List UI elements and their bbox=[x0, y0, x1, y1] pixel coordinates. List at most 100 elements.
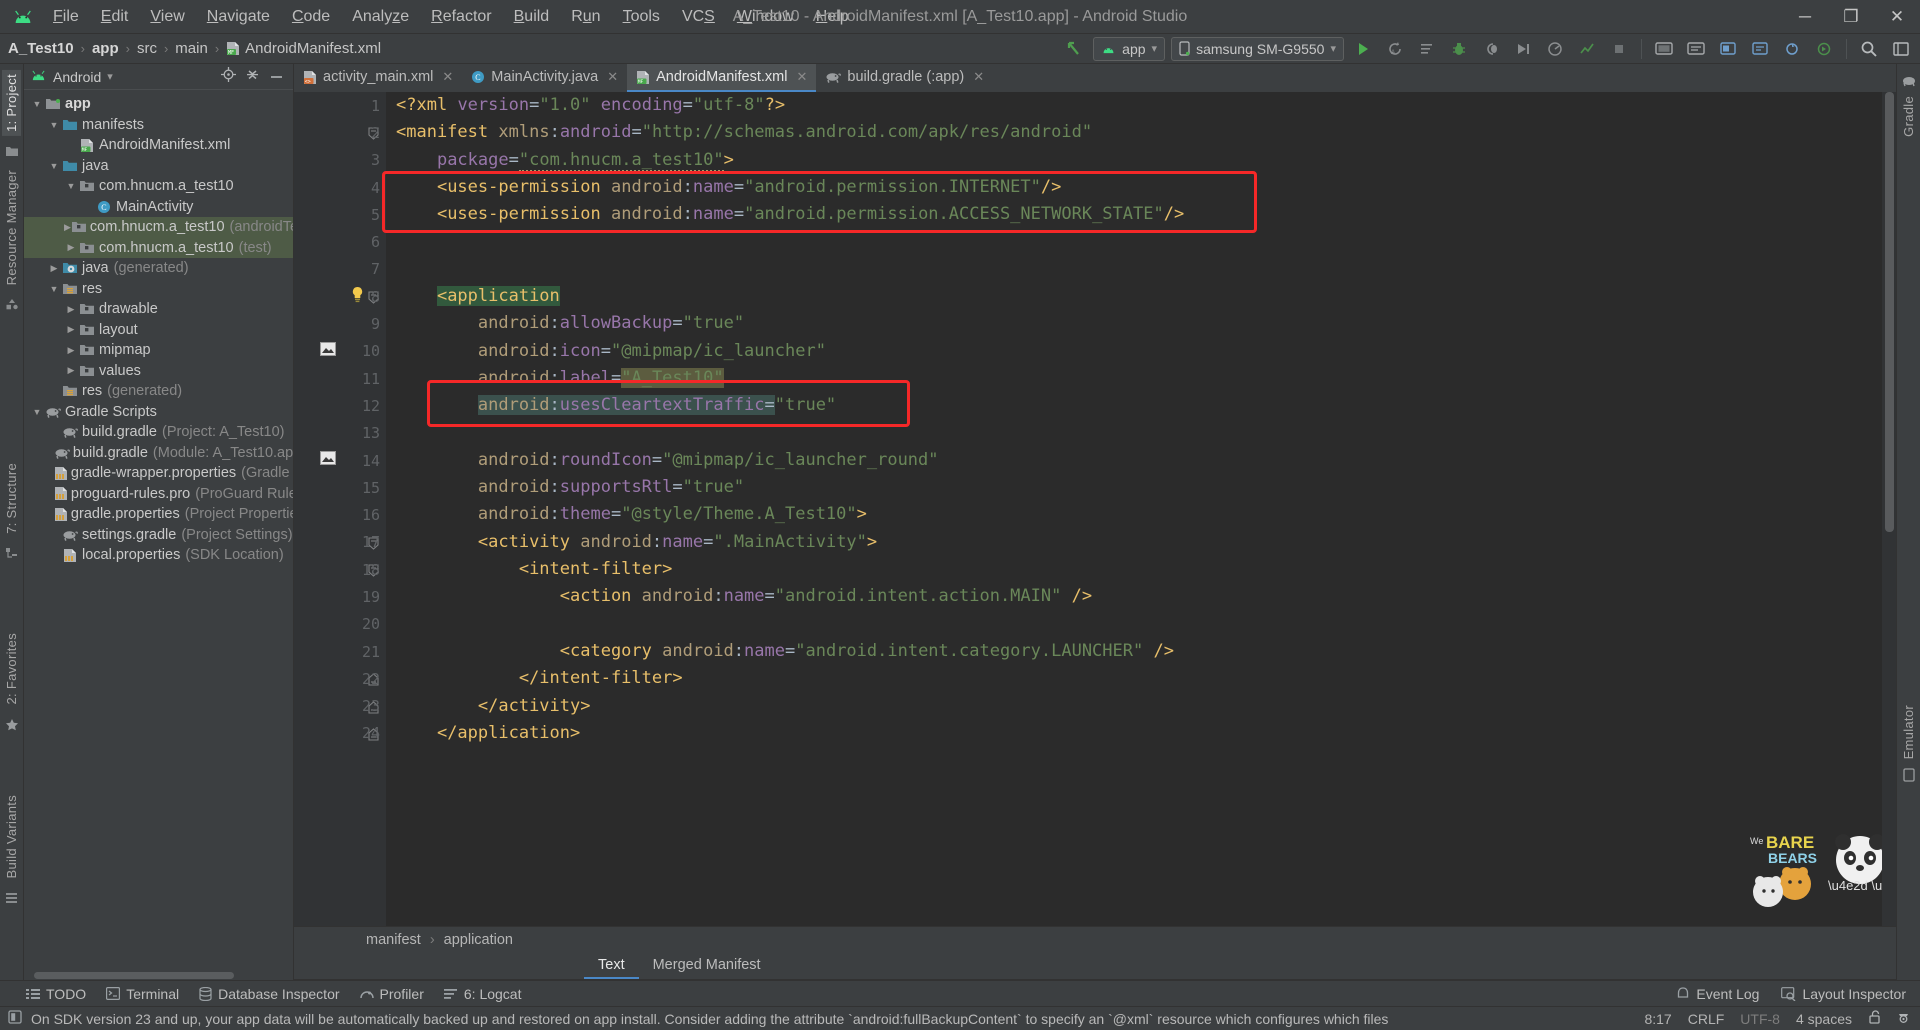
menu-tools[interactable]: Tools bbox=[612, 5, 671, 29]
line-number[interactable]: 5 bbox=[294, 201, 386, 228]
attach-debugger-button[interactable] bbox=[1478, 37, 1504, 61]
tool-window-favorites[interactable]: 2: Favorites bbox=[2, 629, 21, 709]
tree-item-mipmap[interactable]: ▶ mipmap bbox=[24, 340, 293, 361]
inspector-icon[interactable] bbox=[1897, 1010, 1910, 1027]
line-number[interactable]: 16 bbox=[294, 501, 386, 528]
line-number[interactable]: 18 bbox=[294, 556, 386, 583]
chevron-right-icon[interactable]: ▶ bbox=[64, 304, 78, 315]
sdk-manager-button[interactable] bbox=[1683, 37, 1709, 61]
tool-logcat[interactable]: 6: Logcat bbox=[443, 986, 521, 1002]
project-tree[interactable]: ▼ app ▼ manifests ▶ MF AndroidManifest.xml ▼ jav… bbox=[24, 90, 293, 970]
scrollbar-thumb[interactable] bbox=[34, 972, 234, 979]
tree-item-res[interactable]: ▼ res bbox=[24, 279, 293, 300]
tool-window-gradle[interactable]: Gradle bbox=[1899, 92, 1918, 141]
menu-navigate[interactable]: Navigate bbox=[196, 5, 281, 29]
close-button[interactable]: ✕ bbox=[1874, 1, 1920, 33]
project-tree-hscrollbar[interactable] bbox=[24, 970, 293, 980]
run-button[interactable] bbox=[1350, 37, 1376, 61]
line-number[interactable]: 14 bbox=[294, 447, 386, 474]
menu-refactor[interactable]: Refactor bbox=[420, 5, 502, 29]
tree-item-manifests[interactable]: ▼ manifests bbox=[24, 115, 293, 136]
line-separator[interactable]: CRLF bbox=[1688, 1011, 1725, 1027]
tree-item-com-hnucm-a-test10[interactable]: ▶ com.hnucm.a_test10 (test) bbox=[24, 237, 293, 258]
line-number[interactable]: 3 bbox=[294, 147, 386, 174]
image-preview-icon[interactable] bbox=[320, 341, 336, 360]
code-line[interactable]: <?xml version="1.0" encoding="utf-8"?> bbox=[396, 92, 1882, 119]
chevron-down-icon[interactable]: ▼ bbox=[30, 99, 44, 109]
code-line[interactable]: <uses-permission android:name="android.p… bbox=[396, 174, 1882, 201]
tool-todo[interactable]: TODO bbox=[26, 986, 86, 1002]
chevron-right-icon[interactable]: ▶ bbox=[47, 263, 61, 274]
editor-tab-mainactivity-java[interactable]: C MainActivity.java ✕ bbox=[462, 64, 627, 92]
back-arrow-icon[interactable] bbox=[1061, 37, 1087, 61]
chevron-down-icon[interactable]: ▼ bbox=[30, 407, 44, 417]
menu-run[interactable]: Run bbox=[560, 5, 611, 29]
chevron-down-icon[interactable]: ▼ bbox=[47, 284, 61, 294]
close-tab-icon[interactable]: ✕ bbox=[442, 69, 453, 85]
maximize-button[interactable]: ❐ bbox=[1828, 1, 1874, 33]
tab-text[interactable]: Text bbox=[584, 952, 639, 979]
code-line[interactable] bbox=[396, 611, 1882, 638]
code-line[interactable]: </intent-filter> bbox=[396, 665, 1882, 692]
chevron-down-icon[interactable]: ▾ bbox=[107, 70, 113, 83]
tool-database-inspector[interactable]: Database Inspector bbox=[199, 986, 340, 1002]
tree-item-androidmanifest-xml[interactable]: ▶MFAndroidManifest.xml bbox=[24, 135, 293, 156]
chevron-right-icon[interactable]: ▶ bbox=[64, 242, 78, 253]
tool-window-build-variants[interactable]: Build Variants bbox=[2, 791, 21, 882]
chevron-down-icon[interactable]: ▼ bbox=[47, 120, 61, 130]
editor-tab-bar[interactable]: <> activity_main.xml ✕ C MainActivity.java ✕ M… bbox=[294, 64, 1896, 92]
line-number[interactable]: 6 bbox=[294, 228, 386, 255]
menu-file[interactable]: File bbox=[42, 5, 90, 29]
menu-build[interactable]: Build bbox=[503, 5, 561, 29]
intention-bulb-icon[interactable] bbox=[350, 286, 365, 307]
unlocked-icon[interactable] bbox=[1868, 1010, 1881, 1027]
gradle-elephant-icon[interactable] bbox=[1902, 75, 1916, 87]
device-selector[interactable]: samsung SM-G9550 ▾ bbox=[1171, 36, 1344, 61]
line-number[interactable]: 12 bbox=[294, 392, 386, 419]
menu-view[interactable]: View bbox=[139, 5, 195, 29]
line-number[interactable]: 10 bbox=[294, 338, 386, 365]
menu-vcs[interactable]: VCS bbox=[671, 5, 726, 29]
line-number[interactable]: 19 bbox=[294, 583, 386, 610]
tree-item-layout[interactable]: ▶ layout bbox=[24, 320, 293, 341]
editor-tab-androidmanifest-xml[interactable]: MF AndroidManifest.xml ✕ bbox=[627, 64, 817, 92]
tree-item-drawable[interactable]: ▶ drawable bbox=[24, 299, 293, 320]
build-variants-icon[interactable] bbox=[5, 891, 18, 904]
tree-item-build-gradle[interactable]: ▶build.gradle(Module: A_Test10.app) bbox=[24, 443, 293, 464]
collapse-all-icon[interactable] bbox=[245, 67, 260, 87]
chevron-right-icon[interactable]: ▶ bbox=[64, 324, 78, 335]
chevron-down-icon[interactable]: ▼ bbox=[47, 161, 61, 171]
code-line[interactable]: package="com.hnucm.a_test10"> bbox=[396, 147, 1882, 174]
breadcrumb-file[interactable]: MF AndroidManifest.xml bbox=[226, 40, 381, 57]
editor-view-tabs[interactable]: Text Merged Manifest bbox=[294, 952, 1896, 980]
apply-changes-button[interactable]: A bbox=[1382, 37, 1408, 61]
code-line[interactable]: android:roundIcon="@mipmap/ic_launcher_r… bbox=[396, 447, 1882, 474]
project-files-icon[interactable] bbox=[5, 145, 19, 157]
line-number[interactable]: 20 bbox=[294, 611, 386, 638]
line-number[interactable]: 15 bbox=[294, 474, 386, 501]
tree-item-gradle-wrapper-properties[interactable]: ▶gradle-wrapper.properties(Gradle Versio… bbox=[24, 463, 293, 484]
tool-terminal[interactable]: Terminal bbox=[106, 986, 179, 1002]
project-structure-button[interactable] bbox=[1888, 37, 1914, 61]
tree-item-local-properties[interactable]: ▶local.properties(SDK Location) bbox=[24, 545, 293, 566]
tree-item-java[interactable]: ▶ java (generated) bbox=[24, 258, 293, 279]
breadcrumb-src[interactable]: src bbox=[137, 40, 157, 57]
tool-profiler[interactable]: Profiler bbox=[359, 986, 424, 1002]
search-everywhere-button[interactable] bbox=[1856, 37, 1882, 61]
code-line[interactable]: android:label="A_Test10" bbox=[396, 365, 1882, 392]
chevron-right-icon[interactable]: ▶ bbox=[64, 365, 78, 376]
code-line[interactable] bbox=[396, 420, 1882, 447]
image-preview-icon[interactable] bbox=[320, 450, 336, 469]
run-with-coverage-button[interactable] bbox=[1510, 37, 1536, 61]
line-number[interactable]: 23 bbox=[294, 693, 386, 720]
line-number[interactable]: 21 bbox=[294, 638, 386, 665]
tree-item-gradle-scripts[interactable]: ▼ Gradle Scripts bbox=[24, 402, 293, 423]
editor-tab-build-gradle-app-[interactable]: build.gradle (:app) ✕ bbox=[816, 64, 993, 92]
close-tab-icon[interactable]: ✕ bbox=[607, 69, 618, 85]
code-line[interactable]: <intent-filter> bbox=[396, 556, 1882, 583]
tool-window-emulator[interactable]: Emulator bbox=[1899, 701, 1918, 763]
code-line[interactable]: <application bbox=[396, 283, 1882, 310]
tree-item-build-gradle[interactable]: ▶build.gradle(Project: A_Test10) bbox=[24, 422, 293, 443]
close-tab-icon[interactable]: ✕ bbox=[973, 69, 984, 85]
run-configuration-selector[interactable]: app ▾ bbox=[1093, 36, 1166, 61]
